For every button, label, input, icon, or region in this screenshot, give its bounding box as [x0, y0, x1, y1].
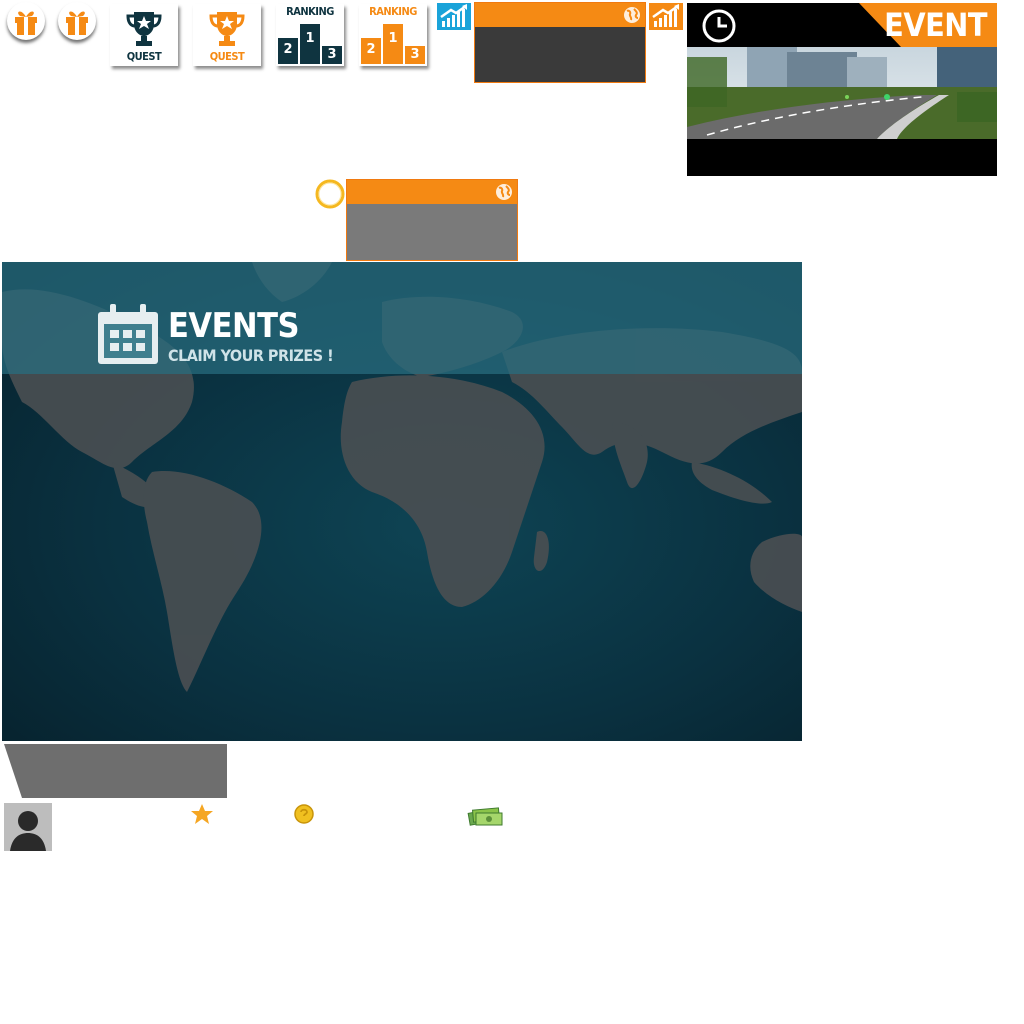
avatar[interactable] — [4, 803, 52, 851]
events-title: EVENTS — [168, 306, 299, 346]
stats-icon — [652, 4, 679, 27]
avatar-icon — [4, 803, 52, 851]
event-badge-label: EVENT — [884, 6, 987, 44]
stats-button-blue[interactable] — [437, 3, 471, 30]
bottom-tab[interactable] — [4, 744, 227, 798]
stats-icon — [440, 4, 467, 27]
clock-icon — [702, 9, 736, 43]
events-header: EVENTS CLAIM YOUR PRIZES ! — [2, 262, 802, 374]
globe-icon — [496, 184, 512, 200]
ranking-button-orange[interactable]: RANKING 2 1 3 — [359, 4, 427, 66]
ranking-label: RANKING — [286, 5, 334, 18]
podium-first: 1 — [300, 24, 320, 64]
loading-ring-icon — [315, 179, 345, 209]
events-map-panel: EVENTS CLAIM YOUR PRIZES ! — [2, 262, 802, 741]
trophy-icon — [126, 12, 162, 46]
calendar-icon — [98, 304, 158, 364]
events-subtitle: CLAIM YOUR PRIZES ! — [168, 346, 334, 365]
panel-header — [475, 3, 645, 27]
online-panel-gray[interactable] — [346, 179, 518, 261]
trophy-icon — [209, 12, 245, 46]
globe-icon — [624, 7, 640, 23]
ranking-button-dark[interactable]: RANKING 2 1 3 — [276, 4, 344, 66]
podium-second: 2 — [278, 38, 298, 64]
panel-header — [347, 180, 517, 204]
gift-icon — [15, 11, 37, 35]
quest-label: QUEST — [126, 50, 162, 63]
cash-icon — [467, 807, 503, 826]
quest-button-dark[interactable]: QUEST — [110, 4, 178, 66]
podium-third: 3 — [322, 46, 342, 64]
podium-third: 3 — [405, 46, 425, 64]
quest-label: QUEST — [209, 50, 245, 63]
event-card[interactable]: EVENT — [687, 3, 997, 176]
coin-icon — [294, 804, 314, 824]
gift-icon — [66, 11, 88, 35]
quest-button-orange[interactable]: QUEST — [193, 4, 261, 66]
podium-first: 1 — [383, 24, 403, 64]
star-icon — [191, 804, 213, 824]
gift-button-1[interactable] — [7, 2, 45, 40]
podium-second: 2 — [361, 38, 381, 64]
race-track-image — [687, 47, 997, 139]
gift-button-2[interactable] — [58, 2, 96, 40]
ranking-label: RANKING — [369, 5, 417, 18]
online-panel-dark[interactable] — [474, 2, 646, 83]
stats-button-orange[interactable] — [649, 3, 683, 30]
